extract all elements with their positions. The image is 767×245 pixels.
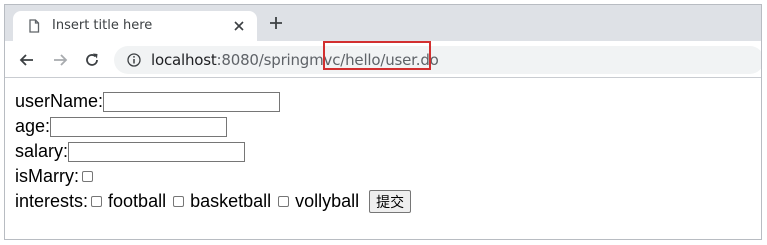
url-path: :8080/springmvc/hello/user.do	[216, 51, 439, 69]
salary-label: salary:	[15, 141, 69, 161]
reload-icon[interactable]	[83, 51, 101, 69]
browser-window: Insert title here localhost:8080/springm…	[4, 4, 762, 240]
football-label: football	[108, 191, 167, 211]
age-input[interactable]	[50, 116, 228, 137]
close-icon[interactable]	[232, 19, 246, 33]
forward-arrow-icon[interactable]	[51, 51, 69, 69]
new-tab-icon[interactable]	[268, 15, 284, 31]
page-icon	[29, 19, 40, 33]
browser-toolbar: localhost:8080/springmvc/hello/user.do	[5, 41, 761, 78]
user-form: userName: age: salary: isMarry: interest…	[15, 89, 412, 214]
url-text: localhost:8080/springmvc/hello/user.do	[151, 51, 439, 69]
url-host: localhost	[151, 51, 217, 69]
username-input[interactable]	[103, 91, 281, 112]
age-label: age:	[15, 116, 51, 136]
address-bar[interactable]: localhost:8080/springmvc/hello/user.do	[114, 46, 761, 74]
salary-row: salary:	[15, 139, 411, 164]
age-row: age:	[15, 114, 411, 139]
submit-button[interactable]: 提交	[369, 190, 412, 213]
basketball-checkbox[interactable]	[173, 196, 185, 207]
basketball-label: basketball	[190, 191, 272, 211]
tab-title: Insert title here	[52, 18, 153, 33]
vollyball-checkbox[interactable]	[278, 196, 290, 207]
username-row: userName:	[15, 89, 411, 114]
tab-insert-title[interactable]: Insert title here	[13, 11, 257, 41]
salary-input[interactable]	[68, 141, 246, 162]
football-checkbox[interactable]	[91, 196, 103, 207]
info-icon[interactable]	[127, 53, 141, 67]
ismarry-checkbox[interactable]	[82, 171, 93, 182]
back-arrow-icon[interactable]	[18, 51, 36, 69]
interests-row: interests: football basketball vollyball…	[15, 189, 412, 214]
interests-label: interests:	[15, 191, 89, 211]
vollyball-label: vollyball	[295, 191, 360, 211]
tab-strip: Insert title here	[5, 5, 761, 41]
ismarry-row: isMarry:	[15, 164, 411, 189]
username-label: userName:	[15, 91, 104, 111]
ismarry-label: isMarry:	[15, 166, 79, 186]
